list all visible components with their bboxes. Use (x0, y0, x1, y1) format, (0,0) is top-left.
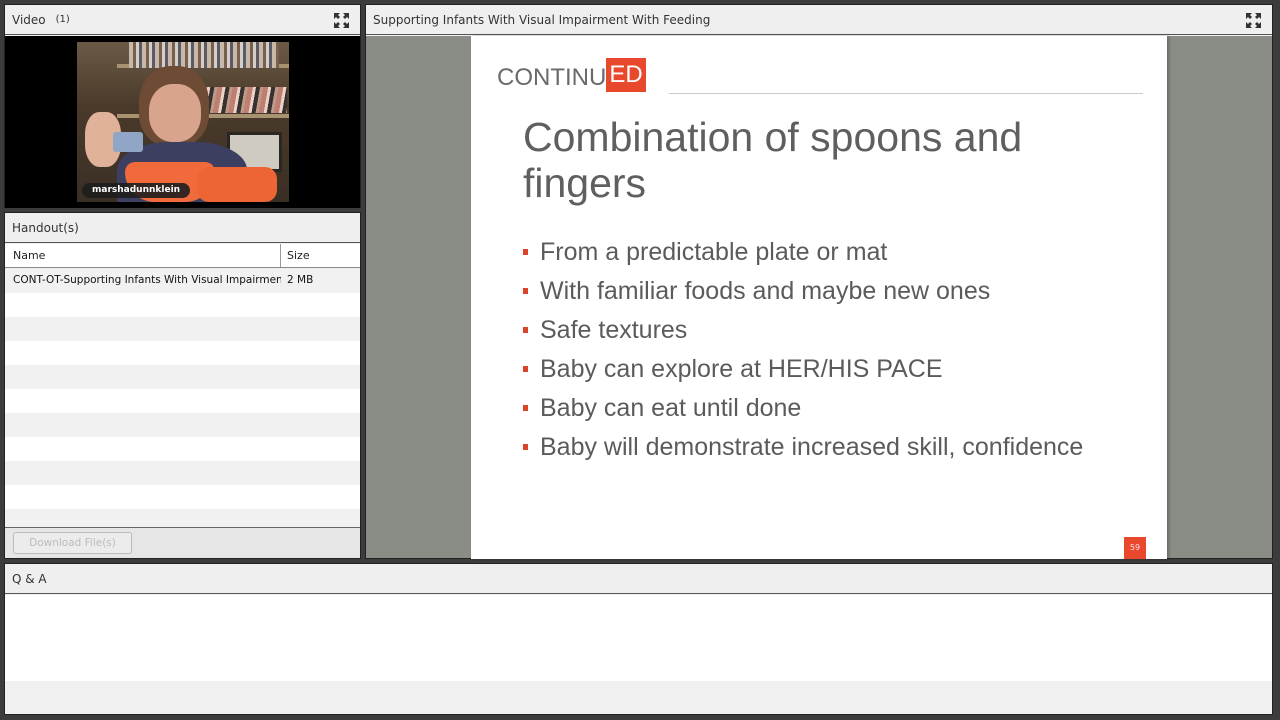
share-pod: Supporting Infants With Visual Impairmen… (365, 4, 1273, 559)
bullet-marker-icon (523, 404, 528, 411)
presenter-name-tag: marshadunnklein (82, 183, 191, 198)
handout-pod: Handout(s) Name Size CONT-OT-Supporting … (4, 212, 361, 559)
column-header-size[interactable]: Size (281, 244, 360, 267)
qa-pod-header: Q & A (5, 564, 1272, 594)
video-pod-header: Video (1) (5, 5, 360, 35)
video-count: (1) (55, 14, 70, 25)
fullscreen-icon[interactable] (333, 12, 350, 29)
cup (113, 132, 143, 152)
continued-logo: CONTINU ED (497, 58, 646, 92)
empty-row (5, 389, 360, 413)
bookshelf-books (129, 42, 279, 68)
bullet-text: Baby will demonstrate increased skill, c… (540, 432, 1084, 461)
bullet-text: With familiar foods and maybe new ones (540, 276, 991, 305)
bullet-item: Baby can explore at HER/HIS PACE (523, 349, 1083, 388)
empty-row (5, 461, 360, 485)
bullet-marker-icon (523, 287, 528, 294)
slide-divider (669, 93, 1143, 94)
handout-file-name: CONT-OT-Supporting Infants With Visual I… (13, 274, 281, 286)
bullet-item: From a predictable plate or mat (523, 232, 1083, 271)
handout-pod-title: Handout(s) (12, 220, 79, 235)
empty-row (5, 317, 360, 341)
slide-page-number: 59 (1124, 537, 1146, 559)
bullet-item: Baby will demonstrate increased skill, c… (523, 427, 1083, 466)
share-pod-title: Supporting Infants With Visual Impairmen… (373, 12, 711, 27)
empty-row (5, 365, 360, 389)
bullet-item: Baby can eat until done (523, 388, 1083, 427)
empty-row (5, 293, 360, 317)
bullet-text: Baby can eat until done (540, 393, 802, 422)
logo-text-boxed: ED (606, 58, 646, 92)
bullet-text: From a predictable plate or mat (540, 237, 888, 266)
logo-text: CONTINU (497, 64, 607, 91)
empty-row (5, 413, 360, 437)
video-pod-title: Video (12, 12, 46, 27)
empty-row (5, 485, 360, 509)
handout-table-header: Name Size (5, 244, 360, 268)
bullet-text: Safe textures (540, 315, 688, 344)
handout-row[interactable]: CONT-OT-Supporting Infants With Visual I… (5, 269, 360, 293)
bullet-item: Safe textures (523, 310, 1083, 349)
presenter-face (149, 84, 201, 142)
handout-pod-header: Handout(s) (5, 213, 360, 243)
empty-row (5, 341, 360, 365)
empty-row (5, 509, 360, 527)
orange-bowl (197, 167, 277, 202)
bullet-text: Baby can explore at HER/HIS PACE (540, 354, 943, 383)
presenter-video: marshadunnklein (77, 42, 289, 202)
download-files-button[interactable]: Download File(s) (13, 532, 132, 554)
qa-pod-title: Q & A (12, 571, 47, 586)
video-area: marshadunnklein (5, 36, 360, 208)
bullet-marker-icon (523, 248, 528, 255)
bullet-marker-icon (523, 365, 528, 372)
bullet-marker-icon (523, 443, 528, 450)
column-header-name[interactable]: Name (5, 244, 281, 267)
handout-footer: Download File(s) (5, 527, 360, 558)
handout-list: CONT-OT-Supporting Infants With Visual I… (5, 269, 360, 527)
fullscreen-icon[interactable] (1245, 12, 1262, 29)
video-pod: Video (1) marshadunnklein (4, 4, 361, 208)
qa-message-area (5, 595, 1272, 682)
presentation-slide: CONTINU ED Combination of spoons and fin… (471, 36, 1167, 559)
bullet-marker-icon (523, 326, 528, 333)
qa-pod: Q & A (4, 563, 1273, 715)
slide-bullets: From a predictable plate or mat With fam… (523, 232, 1083, 466)
empty-row (5, 437, 360, 461)
share-pod-header: Supporting Infants With Visual Impairmen… (366, 5, 1272, 35)
handout-file-size: 2 MB (287, 274, 314, 286)
screen-share-area: CONTINU ED Combination of spoons and fin… (366, 36, 1272, 559)
qa-footer (5, 681, 1272, 714)
slide-title: Combination of spoons and fingers (523, 114, 1023, 206)
bullet-item: With familiar foods and maybe new ones (523, 271, 1083, 310)
